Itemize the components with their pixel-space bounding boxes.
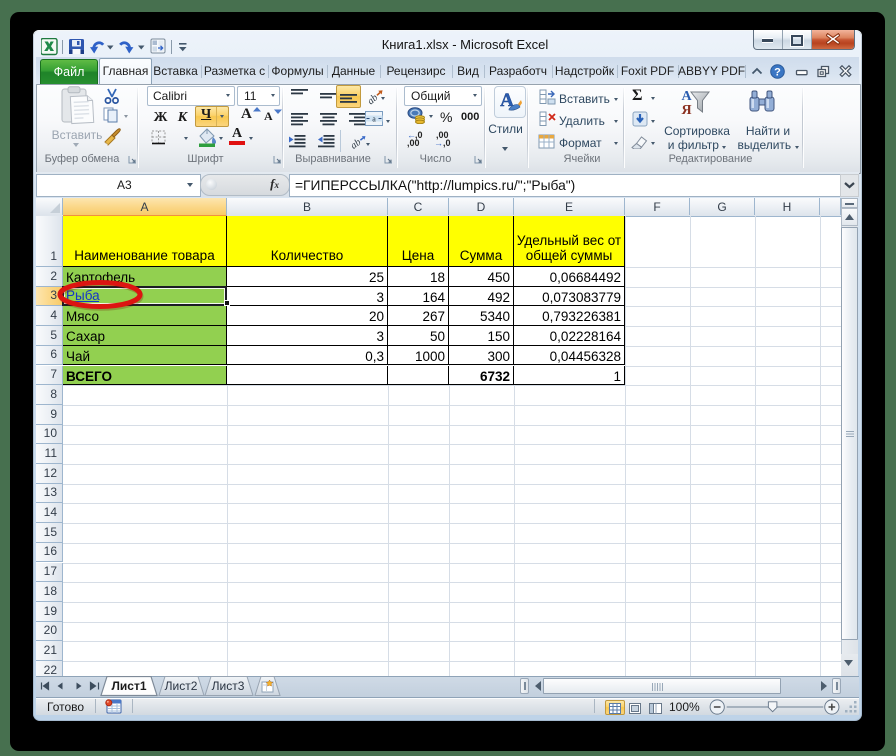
svg-text:Лист1: Лист1 [111,679,146,693]
svg-text:А: А [681,89,692,104]
svg-text:?: ? [774,67,781,79]
svg-text:Я: Я [681,103,691,118]
svg-text:a: a [372,115,376,124]
svg-text:Лист3: Лист3 [212,679,245,693]
svg-text:Лист2: Лист2 [165,679,198,693]
